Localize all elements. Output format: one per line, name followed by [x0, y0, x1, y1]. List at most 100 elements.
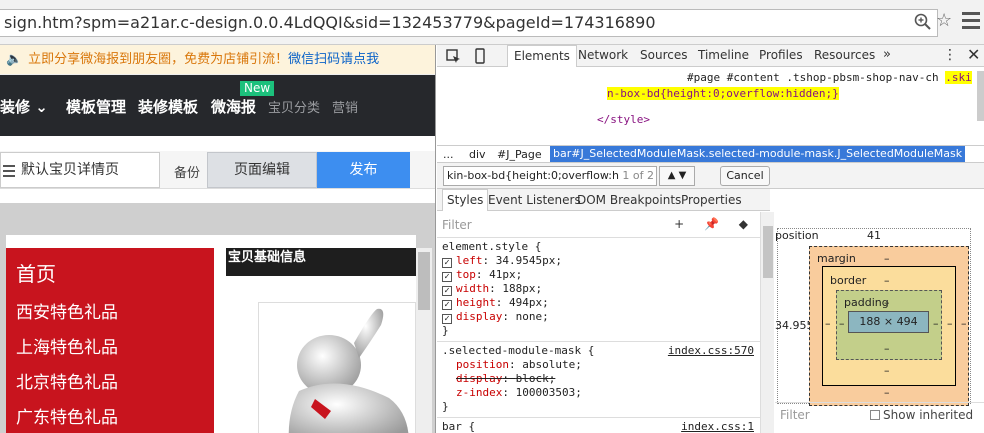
border-left-value[interactable]: –	[825, 317, 831, 330]
canvas-scrollbar[interactable]	[416, 248, 432, 433]
property-name[interactable]: width	[456, 282, 489, 295]
margin-top-value[interactable]: –	[884, 252, 890, 265]
browser-address-bar: sign.htm?spm=a21ar.c-design.0.0.4LdQQI&s…	[0, 0, 984, 45]
border-top-value[interactable]: –	[884, 274, 890, 287]
breadcrumb-item[interactable]: ...	[443, 148, 454, 161]
margin-label: margin	[817, 252, 856, 265]
search-bar: kin-box-bd{height:0;overflow:hic 1 of 2 …	[437, 163, 984, 189]
padding-right-value[interactable]: –	[933, 317, 939, 330]
browser-menu-icon[interactable]	[962, 12, 980, 30]
tab-properties[interactable]: Properties	[681, 193, 742, 207]
property-name[interactable]: top	[456, 268, 476, 281]
property-value[interactable]: 494px;	[509, 296, 549, 309]
padding-bottom-value[interactable]: –	[884, 342, 890, 355]
nav-decorate-template[interactable]: 装修模板	[138, 96, 198, 117]
tab-resources[interactable]: Resources	[814, 48, 875, 62]
tab-event-listeners[interactable]: Event Listeners	[488, 193, 581, 207]
search-prev-next-button[interactable]: ▲ ▼	[659, 166, 695, 186]
rule-source-link[interactable]: index.css:570	[668, 344, 754, 358]
property-name[interactable]: position	[456, 358, 509, 371]
search-input[interactable]: kin-box-bd{height:0;overflow:hic 1 of 2	[443, 166, 657, 186]
property-value[interactable]: absolute;	[522, 358, 582, 371]
property-value[interactable]: none;	[516, 310, 549, 323]
close-icon[interactable]: ✕	[967, 45, 980, 64]
nav-template-mgmt[interactable]: 模板管理	[66, 96, 126, 117]
nav-category[interactable]: 宝贝分类	[268, 97, 320, 116]
cancel-button[interactable]: Cancel	[720, 166, 770, 186]
tab-styles[interactable]: Styles	[442, 189, 489, 211]
styles-pane: Filter + 📌 ◆ element.style { ✓ left: 34.9…	[437, 212, 760, 433]
page-select[interactable]: 默认宝贝详情页	[0, 152, 160, 188]
menu-link[interactable]: 上海特色礼品	[16, 333, 118, 358]
tab-timeline[interactable]: Timeline	[698, 48, 749, 62]
page-edit-button[interactable]: 页面编辑	[207, 152, 317, 188]
url-field[interactable]: sign.htm?spm=a21ar.c-design.0.0.4LdQQI&s…	[0, 9, 938, 37]
property-value[interactable]: 188px;	[502, 282, 542, 295]
property-name[interactable]: display	[456, 310, 502, 323]
notice-link[interactable]: 微信扫码请点我	[288, 52, 379, 67]
nav-decorate[interactable]: 装修 ⌄	[0, 96, 48, 117]
tab-elements[interactable]: Elements	[507, 45, 577, 67]
breadcrumb-item[interactable]: #J_Page	[497, 148, 542, 161]
property-value[interactable]: 34.9545px;	[496, 254, 562, 267]
property-checkbox[interactable]: ✓	[442, 258, 452, 268]
property-name[interactable]: left	[456, 254, 483, 267]
content-box[interactable]: 188 × 494	[848, 311, 929, 333]
figure-illustration	[288, 308, 409, 433]
code-line[interactable]: </style>	[597, 113, 650, 126]
breadcrumb-item[interactable]: div	[469, 148, 486, 161]
show-inherited-toggle[interactable]: Show inherited	[870, 408, 973, 422]
nav-marketing[interactable]: 营销	[332, 97, 358, 116]
checkbox[interactable]	[870, 410, 880, 420]
tab-sources[interactable]: Sources	[640, 48, 687, 62]
code-line[interactable]: #page #content .tshop-pbsm-shop-nav-ch .…	[687, 71, 972, 84]
property-name[interactable]: display	[456, 372, 502, 385]
inspect-icon[interactable]	[445, 48, 461, 64]
tab-network[interactable]: Network	[578, 48, 628, 62]
tab-dom-breakpoints[interactable]: DOM Breakpoints	[577, 193, 681, 207]
margin-right-value[interactable]: –	[961, 317, 967, 330]
style-toolbar-icons[interactable]: + 📌 ◆	[674, 217, 756, 231]
position-label: position	[775, 229, 819, 242]
menu-link[interactable]: 西安特色礼品	[16, 298, 118, 323]
device-mode-icon[interactable]	[472, 48, 488, 64]
kebab-menu-icon[interactable]: ⋮	[943, 47, 957, 63]
more-tabs-button[interactable]: »	[883, 47, 891, 62]
rule-source-link[interactable]: index.css:1	[681, 420, 754, 433]
styles-filter[interactable]: Filter + 📌 ◆	[437, 212, 760, 238]
bookmark-star-icon[interactable]: ☆	[936, 10, 952, 31]
property-checkbox[interactable]: ✓	[442, 286, 452, 296]
property-checkbox[interactable]: ✓	[442, 300, 452, 310]
menu-link[interactable]: 广东特色礼品	[16, 403, 118, 428]
margin-bottom-value[interactable]: –	[884, 386, 890, 399]
property-checkbox[interactable]: ✓	[442, 314, 452, 324]
property-value[interactable]: block;	[516, 372, 556, 385]
padding-top-value[interactable]: –	[884, 296, 890, 309]
border-right-value[interactable]: –	[947, 317, 953, 330]
position-left-value[interactable]: 34.955	[775, 319, 814, 332]
position-top-value[interactable]: 41	[867, 229, 881, 242]
property-name[interactable]: height	[456, 296, 496, 309]
breadcrumb-item-selected[interactable]: bar#J_SelectedModuleMask.selected-module…	[550, 146, 966, 162]
computed-filter-input[interactable]: Filter	[780, 408, 810, 422]
padding-left-value[interactable]: –	[839, 317, 845, 330]
property-value[interactable]: 41px;	[489, 268, 522, 281]
styles-scrollbar[interactable]	[760, 212, 774, 433]
nav-micro-poster[interactable]: 微海报	[211, 96, 256, 117]
tab-profiles[interactable]: Profiles	[759, 48, 803, 62]
property-checkbox[interactable]: ✓	[442, 272, 452, 282]
scrollbar-thumb[interactable]	[418, 252, 430, 310]
code-scrollbar[interactable]	[977, 71, 984, 121]
backup-button[interactable]: 备份	[174, 162, 200, 181]
border-bottom-value[interactable]: –	[884, 364, 890, 377]
menu-title[interactable]: 首页	[16, 258, 56, 287]
zoom-icon[interactable]	[914, 13, 932, 31]
menu-link[interactable]: 北京特色礼品	[16, 368, 118, 393]
code-line-highlight[interactable]: n-box-bd{height:0;overflow:hidden;}	[607, 87, 839, 100]
scrollbar-thumb[interactable]	[763, 226, 773, 278]
property-name[interactable]: z-index	[456, 386, 502, 399]
property-value[interactable]: 100003503;	[516, 386, 582, 399]
rule-selector[interactable]: element.style {	[442, 240, 755, 254]
publish-button[interactable]: 发布	[317, 152, 410, 188]
sidebar-tabs: Styles Event Listeners DOM Breakpoints P…	[437, 189, 770, 211]
